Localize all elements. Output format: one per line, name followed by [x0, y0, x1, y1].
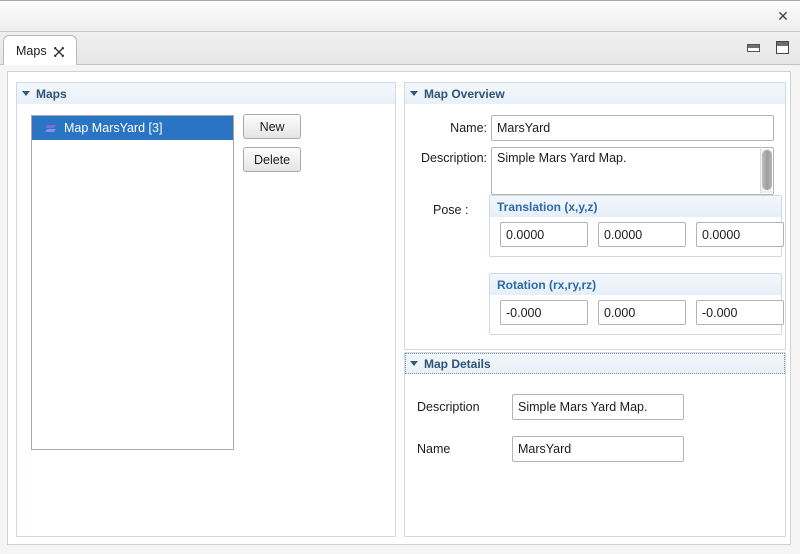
rotation-group-header: Rotation (rx,ry,rz): [490, 274, 781, 295]
description-scrollbar[interactable]: [760, 149, 772, 193]
translation-x-input[interactable]: [500, 222, 588, 247]
tab-maps-label: Maps: [16, 43, 47, 58]
collapse-twisty-icon[interactable]: [410, 361, 418, 366]
application-window: ✕ Maps Maps Map MarsYard [3] New Delete …: [0, 0, 800, 554]
description-label: Description:: [421, 151, 487, 165]
list-item-label: Map MarsYard [3]: [64, 121, 163, 135]
map-details-section: Map Details Description Name: [404, 352, 786, 537]
maps-section-header[interactable]: Maps: [17, 83, 395, 104]
description-textarea[interactable]: Simple Mars Yard Map.: [491, 147, 774, 195]
rotation-rz-input[interactable]: [696, 300, 784, 325]
map-overview-header[interactable]: Map Overview: [405, 83, 785, 104]
maximize-icon[interactable]: [776, 41, 789, 54]
pose-label: Pose :: [433, 203, 469, 217]
maps-section-body: Map MarsYard [3] New Delete: [17, 104, 395, 536]
name-input[interactable]: [491, 115, 774, 141]
name-label: Name:: [450, 121, 487, 135]
details-name-input[interactable]: [512, 436, 684, 462]
translation-group-header: Translation (x,y,z): [490, 196, 781, 217]
window-close-icon[interactable]: ✕: [774, 8, 792, 26]
rotation-fields: [500, 300, 784, 325]
list-item[interactable]: Map MarsYard [3]: [32, 116, 233, 140]
details-name-label: Name: [417, 442, 451, 456]
translation-fields: [500, 222, 784, 247]
rotation-rx-input[interactable]: [500, 300, 588, 325]
description-area-wrapper: Simple Mars Yard Map.: [491, 147, 774, 198]
name-row: Name:: [405, 115, 785, 141]
map-overview-section: Map Overview Name: Description: Simple M…: [404, 82, 786, 350]
scrollbar-thumb[interactable]: [762, 150, 772, 190]
translation-group-title: Translation (x,y,z): [497, 199, 598, 214]
minimize-icon[interactable]: [747, 43, 760, 52]
tab-close-icon[interactable]: [53, 46, 64, 57]
tab-maps[interactable]: Maps: [3, 35, 77, 65]
details-row: Description: [417, 394, 684, 420]
translation-y-input[interactable]: [598, 222, 686, 247]
details-description-input[interactable]: [512, 394, 684, 420]
title-bar: ✕: [0, 0, 800, 32]
map-details-header[interactable]: Map Details: [405, 353, 785, 374]
map-details-title: Map Details: [424, 356, 491, 371]
description-row: Description: Simple Mars Yard Map.: [405, 147, 785, 198]
editor-area: Maps Map MarsYard [3] New Delete Map Ove…: [0, 65, 800, 554]
maps-section-title: Maps: [36, 86, 67, 101]
map-overview-title: Map Overview: [424, 86, 505, 101]
maps-list[interactable]: Map MarsYard [3]: [31, 115, 234, 450]
collapse-twisty-icon[interactable]: [22, 91, 30, 96]
maps-section: Maps Map MarsYard [3] New Delete: [16, 82, 396, 537]
maps-list-buttons: New Delete: [243, 114, 302, 172]
editor-tab-bar: Maps: [0, 32, 800, 65]
translation-z-input[interactable]: [696, 222, 784, 247]
rotation-group: Rotation (rx,ry,rz): [489, 273, 784, 335]
editor-window-controls: [747, 41, 789, 54]
editor-canvas: Maps Map MarsYard [3] New Delete Map Ove…: [7, 71, 791, 545]
new-button[interactable]: New: [243, 114, 302, 139]
delete-button[interactable]: Delete: [243, 147, 302, 172]
translation-group: Translation (x,y,z): [489, 195, 784, 257]
details-description-label: Description: [417, 400, 480, 414]
map-layer-icon: [44, 123, 57, 133]
rotation-ry-input[interactable]: [598, 300, 686, 325]
collapse-twisty-icon[interactable]: [410, 91, 418, 96]
details-row: Name: [417, 436, 684, 462]
rotation-group-title: Rotation (rx,ry,rz): [497, 277, 597, 292]
